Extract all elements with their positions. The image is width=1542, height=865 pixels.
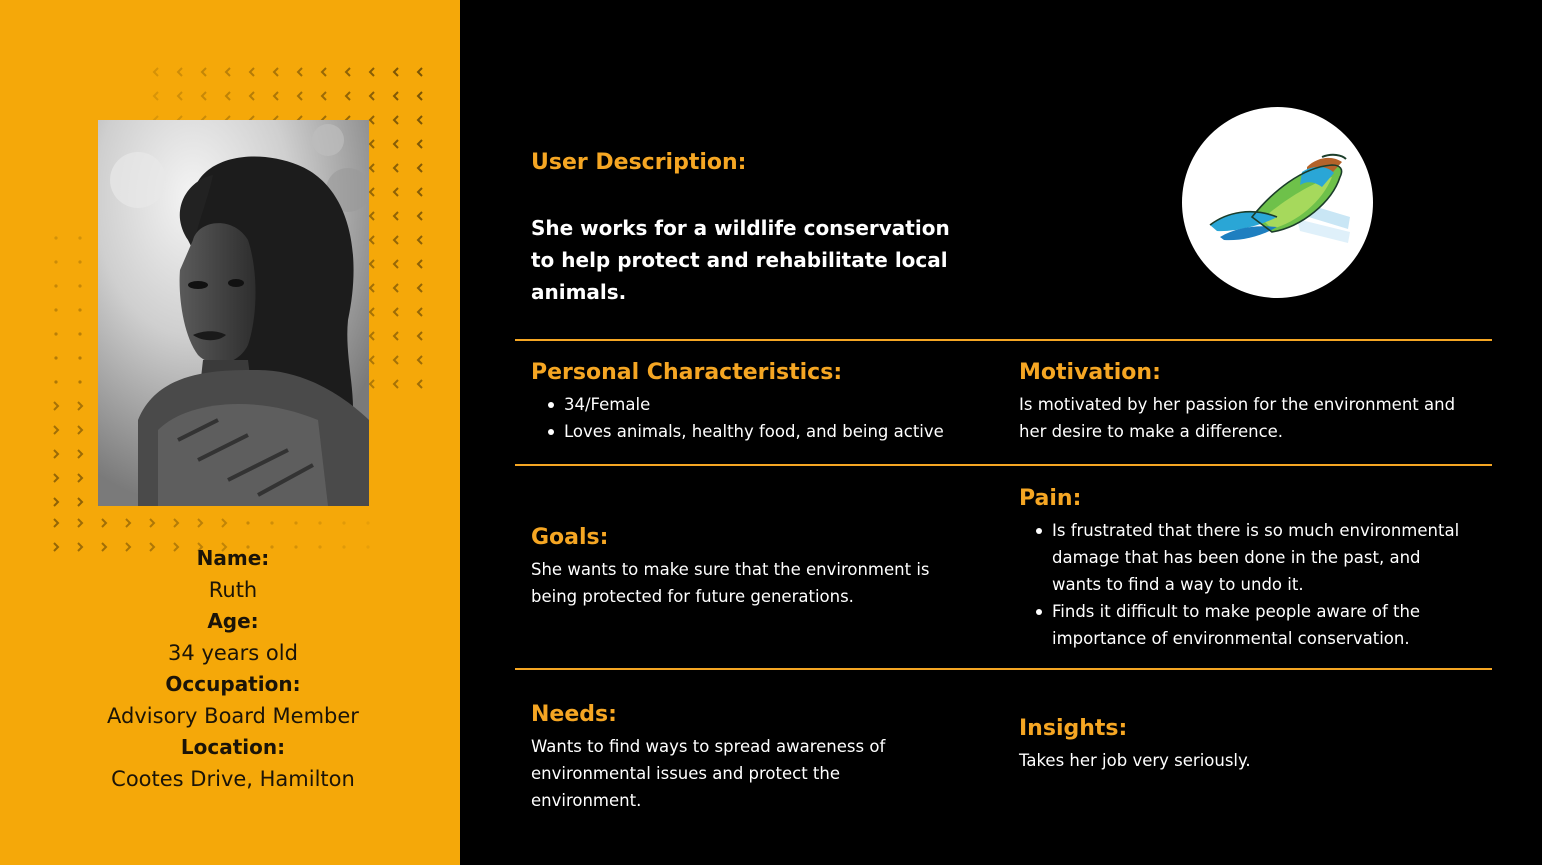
insights-text: Takes her job very seriously. (1019, 751, 1251, 770)
personal-characteristics-list: 34/Female Loves animals, healthy food, a… (531, 391, 981, 445)
pain-list: Is frustrated that there is so much envi… (1019, 517, 1469, 652)
list-item: Loves animals, healthy food, and being a… (531, 418, 981, 445)
motivation-title: Motivation: (1019, 360, 1161, 385)
insights-title: Insights: (1019, 716, 1128, 741)
motivation-text: Is motivated by her passion for the envi… (1019, 395, 1456, 441)
user-description-text: She works for a wildlife conservation to… (531, 216, 950, 304)
name-value: Ruth (208, 578, 258, 602)
needs-title: Needs: (531, 702, 617, 727)
list-item: Finds it difficult to make people aware … (1019, 598, 1469, 652)
goals-text: She wants to make sure that the environm… (531, 560, 930, 606)
pain-title: Pain: (1019, 486, 1082, 511)
profile-details: Name: Ruth Age: 34 years old Occupation:… (0, 543, 460, 795)
list-item: Is frustrated that there is so much envi… (1019, 517, 1469, 598)
needs-text: Wants to find ways to spread awareness o… (531, 737, 886, 810)
location-value: Cootes Drive, Hamilton (111, 767, 355, 791)
bird-logo-icon (1182, 107, 1373, 298)
name-label: Name: (196, 546, 270, 570)
age-label: Age: (207, 609, 259, 633)
divider (515, 464, 1492, 466)
location-label: Location: (180, 735, 286, 759)
persona-slide: Name: Ruth Age: 34 years old Occupation:… (0, 0, 1542, 865)
occupation-label: Occupation: (165, 672, 301, 696)
list-item: 34/Female (531, 391, 981, 418)
user-description-title: User Description: (531, 150, 747, 175)
occupation-value: Advisory Board Member (107, 704, 359, 728)
decorative-dot-pattern (53, 236, 84, 507)
divider (515, 668, 1492, 670)
persona-photo (98, 120, 369, 506)
goals-title: Goals: (531, 525, 609, 550)
divider (515, 339, 1492, 341)
personal-characteristics-title: Personal Characteristics: (531, 360, 843, 385)
age-value: 34 years old (168, 641, 298, 665)
profile-panel: Name: Ruth Age: 34 years old Occupation:… (0, 0, 460, 865)
